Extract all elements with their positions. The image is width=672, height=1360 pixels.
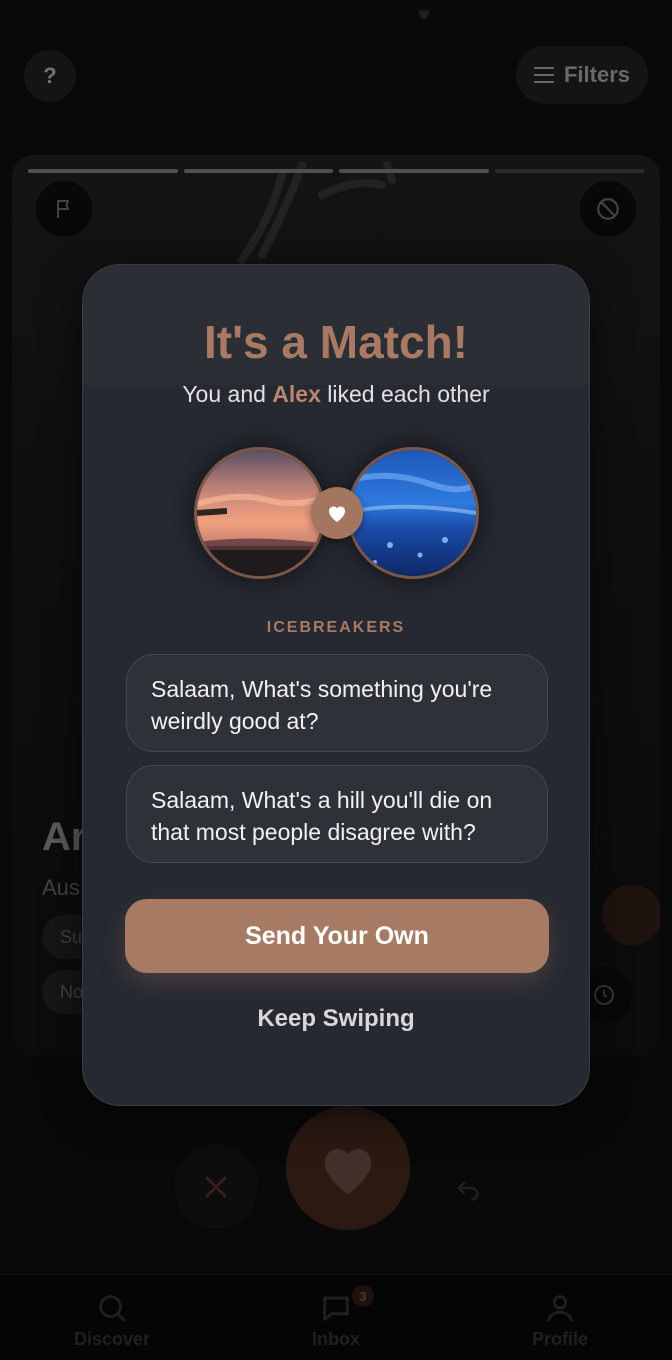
match-title: It's a Match! <box>204 316 468 368</box>
match-modal: It's a Match! You and Alex liked each ot… <box>82 264 590 1106</box>
match-avatar <box>347 447 479 579</box>
send-your-own-button[interactable]: Send Your Own <box>125 899 549 973</box>
heart-icon <box>329 506 345 522</box>
icebreaker-option[interactable]: Salaam, What's a hill you'll die on that… <box>126 765 548 863</box>
icebreaker-option[interactable]: Salaam, What's something you're weirdly … <box>126 654 548 752</box>
keep-swiping-button[interactable]: Keep Swiping <box>83 1005 589 1033</box>
match-name: Alex <box>272 381 321 407</box>
my-avatar <box>194 447 326 579</box>
heart-badge <box>311 487 363 539</box>
match-subtitle: You and Alex liked each other <box>83 381 589 408</box>
icebreakers-heading: ICEBREAKERS <box>266 619 406 636</box>
subtitle-text: liked each other <box>320 381 490 407</box>
subtitle-text: You and <box>182 381 273 407</box>
